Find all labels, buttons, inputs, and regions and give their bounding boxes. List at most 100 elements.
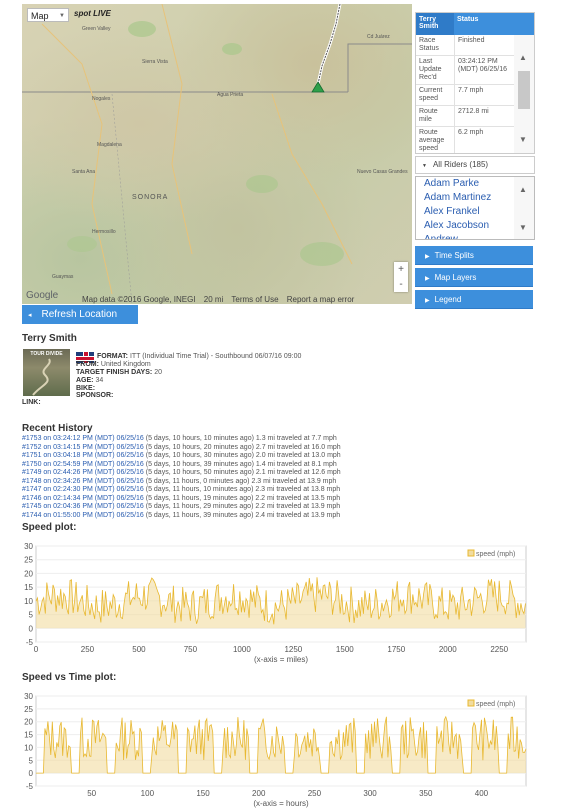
report-map-error-link[interactable]: Report a map error — [287, 295, 355, 304]
history-link[interactable]: #1745 on 02:04:36 PM (MDT) 06/25/16 — [22, 503, 144, 510]
riders-list[interactable]: Adam Parke Adam Martinez Alex Frankel Al… — [415, 176, 535, 240]
history-text: (5 days, 11 hours, 10 minutes ago) 2.3 m… — [143, 486, 341, 493]
x-axis-label: (x-axis = hours) — [253, 799, 309, 808]
history-link[interactable]: #1748 on 02:34:26 PM (MDT) 06/25/16 — [22, 478, 144, 485]
age-label: AGE: — [76, 377, 94, 384]
speed-time-plot-chart: -5 0 5 10 15 20 25 30 50 100 150 200 250 300 350 400 (x-… — [24, 692, 527, 808]
history-link[interactable]: #1747 on 02:24:30 PM (MDT) 06/25/16 — [22, 486, 144, 493]
y-tick-label: 10 — [24, 743, 33, 752]
y-tick-label: 5 — [29, 756, 34, 765]
from-value: United Kingdom — [100, 361, 151, 368]
rider-age: AGE: 34 — [76, 377, 103, 385]
road-image — [32, 358, 51, 396]
status-key: Route average speed — [419, 129, 445, 152]
history-text: (5 days, 10 hours, 10 minutes ago) 1.3 m… — [143, 435, 337, 442]
zoom-in-button[interactable]: + — [394, 262, 408, 277]
rider-from: FROM: United Kingdom — [76, 361, 151, 369]
x-tick-label: 200 — [252, 789, 266, 798]
map-place-label: Magdalena — [97, 142, 122, 148]
map-terrain — [22, 4, 412, 304]
status-value: Finished — [454, 35, 512, 55]
terms-of-use-link[interactable]: Terms of Use — [231, 295, 278, 304]
map-place-label: Nuevo Casas Grandes — [357, 169, 408, 175]
history-row: #1753 on 03:24:12 PM (MDT) 06/25/16 (5 d… — [22, 435, 442, 444]
scroll-up-icon[interactable]: ▲ — [519, 185, 527, 194]
chevron-down-icon: ▼ — [422, 163, 427, 169]
map-place-label: Agua Prieta — [217, 92, 244, 98]
time-splits-button[interactable]: ▶ Time Splits — [415, 246, 533, 265]
y-tick-label: 20 — [24, 569, 33, 578]
route-map[interactable]: Green Valley Sierra Vista Nogales Agua P… — [22, 4, 412, 304]
history-text: (5 days, 10 hours, 30 minutes ago) 2.0 m… — [143, 452, 341, 459]
x-tick-label: 100 — [141, 789, 155, 798]
map-type-select[interactable]: Map ▼ — [27, 8, 69, 22]
history-row: #1752 on 03:14:15 PM (MDT) 06/25/16 (5 d… — [22, 444, 442, 453]
history-link[interactable]: #1746 on 02:14:34 PM (MDT) 06/25/16 — [22, 495, 144, 502]
y-tick-label: 30 — [24, 692, 33, 701]
scroll-down-icon[interactable]: ▼ — [519, 135, 527, 144]
x-tick-label: 500 — [132, 645, 146, 654]
target-label: TARGET FINISH DAYS: — [76, 369, 153, 376]
rider-status-panel: Terry Smith Status Race Status Finished … — [415, 12, 535, 154]
history-link[interactable]: #1750 on 02:54:59 PM (MDT) 06/25/16 — [22, 461, 144, 468]
status-header: Terry Smith Status — [416, 13, 534, 35]
status-value: 03:24:12 PM (MDT) 06/25/16 — [454, 56, 512, 84]
speed-plot-chart: -50510152025300 250 500 750 1000 1250 1500 1750… — [24, 542, 527, 664]
history-row: #1747 on 02:24:30 PM (MDT) 06/25/16 (5 d… — [22, 486, 442, 495]
triangle-right-icon: ▶ — [425, 298, 430, 304]
chevron-down-icon: ▼ — [59, 13, 65, 19]
scrollbar-thumb[interactable] — [518, 71, 530, 109]
riders-scrollbar[interactable]: ▲ ▼ — [514, 177, 534, 239]
speed-time-plot-heading: Speed vs Time plot: — [22, 672, 117, 683]
legend-button[interactable]: ▶ Legend — [415, 290, 533, 309]
map-place-label: Green Valley — [82, 26, 111, 32]
history-text: (5 days, 10 hours, 50 minutes ago) 2.1 m… — [143, 469, 341, 476]
y-tick-label: 15 — [24, 583, 33, 592]
zoom-out-button[interactable]: - — [394, 277, 408, 292]
scroll-down-icon[interactable]: ▼ — [519, 223, 527, 232]
age-value: 34 — [95, 377, 104, 384]
status-key: Current speed — [419, 87, 443, 102]
refresh-location-label: Refresh Location — [41, 309, 118, 320]
history-text: (5 days, 11 hours, 29 minutes ago) 2.2 m… — [143, 503, 341, 510]
x-tick-label: 250 — [81, 645, 95, 654]
x-tick-label: 750 — [184, 645, 198, 654]
rider-link-label: LINK: — [22, 399, 41, 406]
y-tick-label: 10 — [24, 597, 33, 606]
history-row: #1746 on 02:14:34 PM (MDT) 06/25/16 (5 d… — [22, 495, 442, 504]
history-text: (5 days, 10 hours, 20 minutes ago) 2.7 m… — [143, 443, 341, 451]
history-text: (5 days, 11 hours, 39 minutes ago) 2.4 m… — [143, 511, 341, 519]
sponsor-label: SPONSOR: — [76, 392, 114, 399]
status-value: 7.7 mph — [454, 85, 512, 105]
x-tick-label: 50 — [87, 789, 96, 798]
time-splits-label: Time Splits — [434, 251, 474, 260]
status-header-status: Status — [457, 16, 479, 23]
map-place-label: Nogales — [92, 96, 111, 102]
scroll-up-icon[interactable]: ▲ — [519, 53, 527, 62]
x-tick-label: 1250 — [284, 645, 302, 654]
history-link[interactable]: #1744 on 01:55:00 PM (MDT) 06/25/16 — [22, 512, 144, 519]
recent-history-heading: Recent History — [22, 423, 93, 434]
spot-logo: spot LIVE — [74, 9, 111, 18]
status-scrollbar[interactable]: ▲ ▼ — [514, 35, 534, 153]
history-link[interactable]: #1749 on 02:44:26 PM (MDT) 06/25/16 — [22, 469, 144, 476]
history-row: #1749 on 02:44:26 PM (MDT) 06/25/16 (5 d… — [22, 469, 442, 478]
format-label: FORMAT: — [97, 353, 128, 360]
history-link[interactable]: #1751 on 03:04:18 PM (MDT) 06/25/16 — [22, 452, 144, 459]
status-value: 6.2 mph — [454, 127, 512, 153]
riders-filter-select[interactable]: ▼ All Riders (185) — [415, 156, 535, 174]
history-link[interactable]: #1753 on 03:24:12 PM (MDT) 06/25/16 — [22, 435, 144, 442]
map-region-label: SONORA — [132, 194, 169, 201]
x-tick-label: 1750 — [387, 645, 405, 654]
y-tick-label: -5 — [26, 638, 34, 647]
refresh-location-button[interactable]: ◂ Refresh Location — [22, 305, 138, 324]
map-place-label: Santa Ana — [72, 169, 96, 175]
history-link[interactable]: #1752 on 03:14:15 PM (MDT) 06/25/16 — [22, 444, 144, 451]
history-row: #1748 on 02:34:26 PM (MDT) 06/25/16 (5 d… — [22, 478, 442, 487]
map-footer: Map data ©2016 Google, INEGI 20 mi Terms… — [82, 295, 412, 305]
history-text: (5 days, 11 hours, 0 minutes ago) 2.3 mi… — [143, 477, 337, 485]
y-tick-label: 15 — [24, 731, 33, 740]
y-tick-label: -5 — [26, 782, 34, 791]
map-layers-button[interactable]: ▶ Map Layers — [415, 268, 533, 287]
from-label: FROM: — [76, 361, 99, 368]
